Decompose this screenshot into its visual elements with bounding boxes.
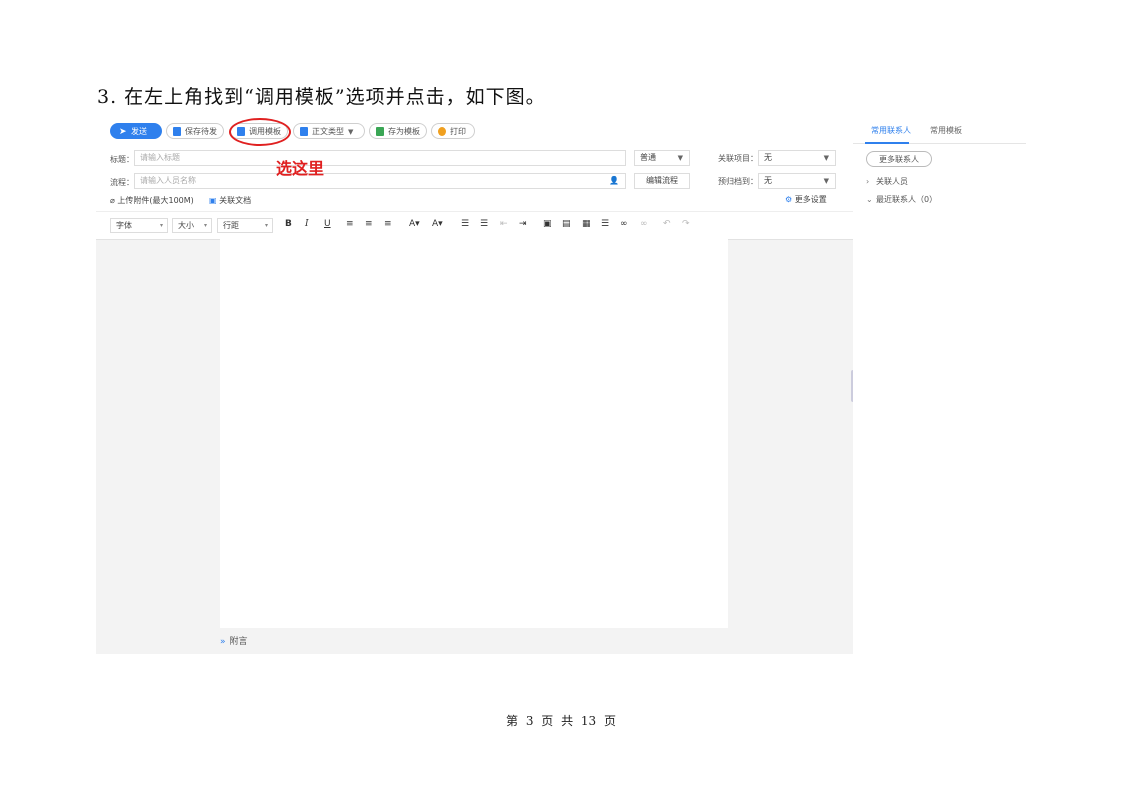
related-project-select[interactable]: 无 ▼ (758, 150, 836, 166)
right-panel: 常用联系人 常用模板 更多联系人 › 关联人员 ⌄ 最近联系人（0） (853, 117, 1026, 654)
chevron-down-icon: ▼ (677, 154, 683, 162)
line-height-label: 行距 (223, 221, 239, 230)
unordered-list-icon[interactable]: ☰ (480, 219, 488, 229)
app-screenshot: ➤ 发送 保存待发 调用模板 正文类型 ▼ 存为模板 打印 标题： 请输入标题 普… (96, 117, 853, 654)
related-project-label: 关联项目： (718, 154, 758, 163)
more-settings-link[interactable]: ⚙ 更多设置 (785, 194, 827, 205)
image-icon[interactable]: ▣ (543, 219, 552, 229)
format-toolbar: 字体 ▾ 大小 ▾ 行距 ▾ B I U ≡ ≡ ≡ A▾ A▾ ☰ ☰ ⇤ ⇥ ▣ … (96, 211, 853, 240)
link-icon: ▣ (209, 196, 217, 205)
edit-flow-button[interactable]: 编辑流程 (634, 173, 690, 189)
paste-icon[interactable]: ▤ (562, 219, 571, 229)
more-contacts-button[interactable]: 更多联系人 (866, 151, 932, 167)
title-label: 标题： (110, 155, 134, 164)
title-input[interactable]: 请输入标题 (134, 150, 626, 166)
person-icon: 👤 (609, 176, 619, 185)
body-type-button[interactable]: 正文类型 ▼ (293, 123, 365, 139)
header-form: 标题： 请输入标题 普通 ▼ 关联项目： 无 ▼ 流程： 请输入人员名称 👤 编辑流… (96, 145, 853, 211)
gear-icon: ⚙ (785, 195, 793, 204)
more-settings-label: 更多设置 (794, 195, 827, 204)
align-center-icon[interactable]: ≡ (365, 219, 373, 229)
font-color-icon[interactable]: A▾ (409, 219, 420, 229)
related-doc-link[interactable]: ▣ 关联文档 (209, 195, 251, 206)
horizontal-rule-icon[interactable]: ☰ (601, 219, 609, 229)
highlight-icon[interactable]: A▾ (432, 219, 443, 229)
align-left-icon[interactable]: ≡ (346, 219, 354, 229)
attach-note-toggle[interactable]: » 附言 (220, 634, 248, 647)
save-draft-button[interactable]: 保存待发 (166, 123, 224, 139)
highlight-circle (229, 118, 291, 146)
italic-icon[interactable]: I (305, 219, 309, 229)
tree-item-related-people[interactable]: › 关联人员 (866, 176, 908, 187)
callout-text: 选这里 (276, 159, 325, 178)
undo-icon[interactable]: ↶ (663, 219, 671, 229)
tab-templates[interactable]: 常用模板 (930, 125, 962, 136)
chevron-down-icon: ⌄ (866, 195, 873, 204)
document-icon (300, 127, 308, 136)
save-icon (173, 127, 181, 136)
table-icon[interactable]: ▦ (582, 219, 591, 229)
archive-select[interactable]: 无 ▼ (758, 173, 836, 189)
active-tab-indicator (865, 142, 909, 144)
tree-item-recent-contacts[interactable]: ⌄ 最近联系人（0） (866, 194, 937, 205)
archive-value: 无 (764, 176, 772, 185)
body-type-label: 正文类型 (312, 127, 344, 136)
related-doc-label: 关联文档 (219, 196, 252, 205)
chevron-right-icon: › (866, 177, 870, 186)
align-right-icon[interactable]: ≡ (384, 219, 392, 229)
flow-input[interactable]: 请输入人员名称 👤 (134, 173, 626, 189)
save-as-template-button[interactable]: 存为模板 (369, 123, 427, 139)
chevron-down-icon: ▼ (823, 154, 829, 162)
tree-label: 关联人员 (876, 177, 908, 186)
paperclip-icon: ⌀ (110, 196, 115, 205)
archive-label: 预归档到： (718, 177, 758, 186)
save-draft-label: 保存待发 (185, 127, 217, 136)
font-label: 字体 (116, 221, 132, 230)
size-label: 大小 (178, 221, 194, 230)
send-label: 发送 (131, 127, 147, 136)
chevron-down-icon: ▼ (823, 177, 829, 185)
outdent-icon[interactable]: ⇤ (500, 219, 508, 229)
send-button[interactable]: ➤ 发送 (110, 123, 162, 139)
save-as-template-label: 存为模板 (388, 127, 420, 136)
redo-icon[interactable]: ↷ (682, 219, 690, 229)
print-icon (438, 127, 446, 136)
unlink-icon[interactable]: ∞ (640, 219, 648, 229)
ordered-list-icon[interactable]: ☰ (461, 219, 469, 229)
link-icon[interactable]: ∞ (620, 219, 628, 229)
upload-attachment-link[interactable]: ⌀ 上传附件(最大100M) (110, 195, 194, 206)
save-template-icon (376, 127, 384, 136)
instruction-heading: 3. 在左上角找到“调用模板”选项并点击，如下图。 (97, 86, 546, 108)
chevron-down-icon: ▾ (203, 222, 207, 229)
indent-icon[interactable]: ⇥ (519, 219, 527, 229)
editor-page[interactable] (220, 238, 728, 628)
print-label: 打印 (450, 127, 466, 136)
related-project-value: 无 (764, 153, 772, 162)
upload-attachment-label: 上传附件(最大100M) (117, 196, 194, 205)
page-footer: 第 3 页 共 13 页 (506, 714, 616, 728)
print-button[interactable]: 打印 (431, 123, 475, 139)
size-select[interactable]: 大小 ▾ (172, 218, 212, 233)
double-chevron-down-icon: » (220, 637, 226, 647)
send-icon: ➤ (119, 127, 127, 137)
flow-placeholder: 请输入人员名称 (140, 176, 196, 185)
chevron-down-icon: ▾ (264, 222, 268, 229)
chevron-down-icon: ▾ (159, 222, 163, 229)
tab-contacts[interactable]: 常用联系人 (871, 125, 911, 136)
font-select[interactable]: 字体 ▾ (110, 218, 168, 233)
caret-down-icon: ▼ (348, 128, 354, 136)
top-toolbar: ➤ 发送 保存待发 调用模板 正文类型 ▼ 存为模板 打印 (96, 117, 853, 145)
bold-icon[interactable]: B (285, 219, 292, 229)
line-height-select[interactable]: 行距 ▾ (217, 218, 273, 233)
priority-select[interactable]: 普通 ▼ (634, 150, 690, 166)
attach-note-label: 附言 (229, 637, 248, 647)
tree-label: 最近联系人（0） (876, 195, 938, 204)
priority-value: 普通 (640, 153, 656, 162)
underline-icon[interactable]: U (324, 219, 331, 229)
flow-label: 流程： (110, 178, 134, 187)
